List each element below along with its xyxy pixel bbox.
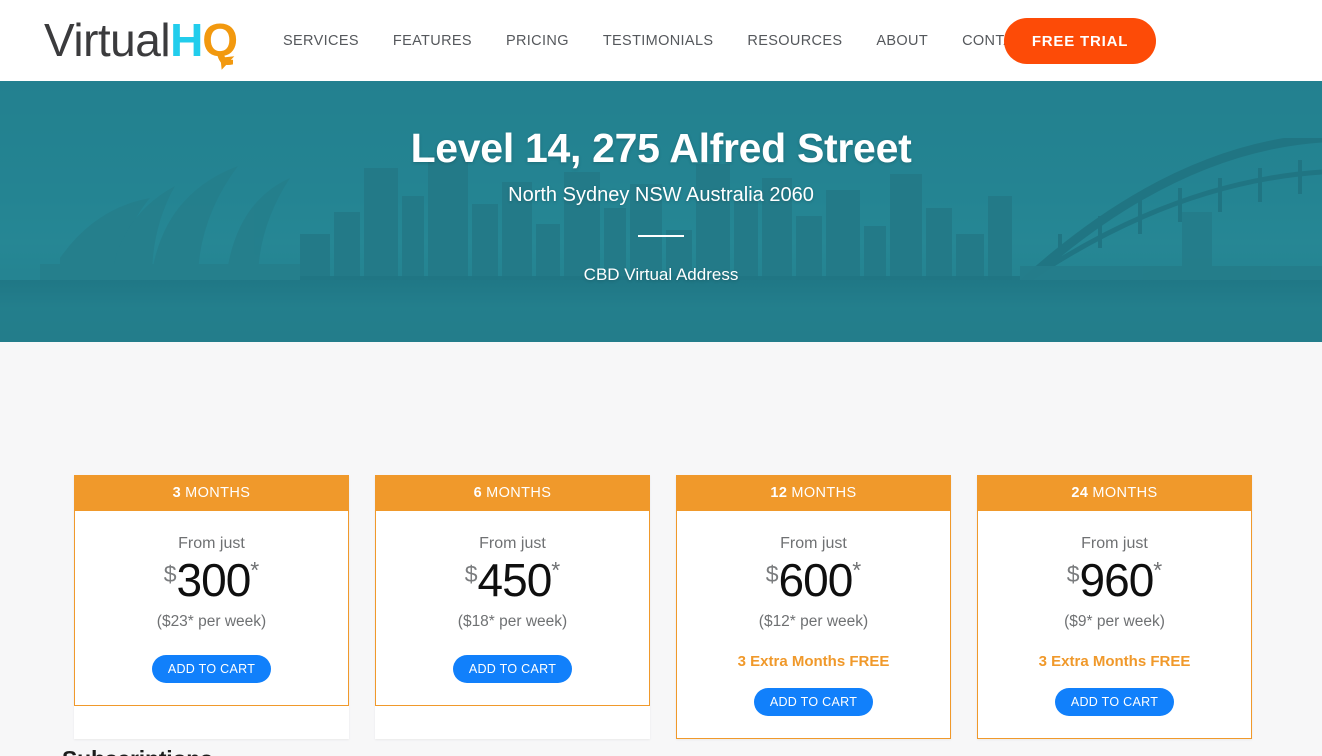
pricing-card[interactable]: 3 MONTHS From just $ 300 * ($23* per week…: [74, 475, 349, 739]
price-amount: 600: [778, 554, 854, 606]
nav-item-testimonials[interactable]: TESTIMONIALS: [603, 33, 731, 49]
extra-months-badge: 3 Extra Months FREE: [737, 653, 890, 670]
extra-months-badge: 3 Extra Months FREE: [1038, 653, 1191, 670]
term-number: 24: [1071, 485, 1089, 501]
pricing-card[interactable]: 24 MONTHS From just $ 960 * ($9* per week…: [977, 475, 1252, 739]
pricing-card[interactable]: 12 MONTHS From just $ 600 * ($12* per wee…: [676, 475, 951, 739]
subscriptions-heading: Subscriptions: [62, 746, 213, 756]
logo-q-wrapper: Q: [202, 12, 238, 70]
free-trial-button[interactable]: FREE TRIAL: [1004, 18, 1156, 64]
currency-symbol: $: [1066, 561, 1080, 587]
price-amount: 300: [176, 554, 252, 606]
term-unit: MONTHS: [1092, 485, 1158, 501]
add-to-cart-button[interactable]: ADD TO CART: [753, 688, 874, 716]
nav-item-pricing[interactable]: PRICING: [506, 33, 586, 49]
price-asterisk: *: [1153, 557, 1163, 583]
term-number: 6: [473, 485, 483, 501]
hero-banner: Level 14, 275 Alfred Street North Sydney…: [0, 81, 1322, 342]
pricing-card-header: 12 MONTHS: [676, 475, 951, 511]
currency-symbol: $: [765, 561, 779, 587]
main-navigation: SERVICES FEATURES PRICING TESTIMONIALS R…: [283, 33, 1034, 49]
term-unit: MONTHS: [185, 485, 251, 501]
nav-item-services[interactable]: SERVICES: [283, 33, 376, 49]
add-to-cart-button[interactable]: ADD TO CART: [151, 655, 272, 683]
nav-item-about[interactable]: ABOUT: [876, 33, 945, 49]
per-week-label: ($9* per week): [1064, 613, 1165, 630]
add-to-cart-button[interactable]: ADD TO CART: [1054, 688, 1175, 716]
price-asterisk: *: [852, 557, 862, 583]
pricing-card-body: From just $ 600 * ($12* per week) 3 Extr…: [676, 511, 951, 739]
from-just-label: From just: [178, 535, 245, 552]
add-to-cart-button[interactable]: ADD TO CART: [452, 655, 573, 683]
site-header: VirtualHQ SERVICES FEATURES PRICING TEST…: [0, 0, 1322, 81]
hero-subtitle: North Sydney NSW Australia 2060: [508, 184, 814, 206]
pricing-card-body: From just $ 450 * ($18* per week) ADD TO…: [375, 511, 650, 706]
pricing-card-body: From just $ 960 * ($9* per week) 3 Extra…: [977, 511, 1252, 739]
pricing-card-header: 6 MONTHS: [375, 475, 650, 511]
term-number: 3: [172, 485, 182, 501]
from-just-label: From just: [479, 535, 546, 552]
price-row: $ 300 *: [164, 557, 260, 603]
from-just-label: From just: [780, 535, 847, 552]
per-week-label: ($12* per week): [758, 613, 869, 630]
pricing-cards-row: 3 MONTHS From just $ 300 * ($23* per week…: [74, 475, 1252, 739]
pricing-card-header: 24 MONTHS: [977, 475, 1252, 511]
price-asterisk: *: [250, 557, 260, 583]
logo-text-h: H: [170, 14, 203, 66]
per-week-label: ($23* per week): [156, 613, 267, 630]
nav-item-resources[interactable]: RESOURCES: [747, 33, 859, 49]
pricing-card-header: 3 MONTHS: [74, 475, 349, 511]
hero-title: Level 14, 275 Alfred Street: [410, 125, 912, 171]
price-amount: 960: [1079, 554, 1155, 606]
site-logo[interactable]: VirtualHQ: [44, 12, 238, 70]
from-just-label: From just: [1081, 535, 1148, 552]
hero-content: Level 14, 275 Alfred Street North Sydney…: [0, 81, 1322, 342]
currency-symbol: $: [464, 561, 478, 587]
price-asterisk: *: [551, 557, 561, 583]
subscriptions-section: Subscriptions 3MONTHS From just $ 300 * …: [0, 342, 1322, 756]
logo-text-virtual: Virtual: [44, 14, 171, 66]
price-row: $ 960 *: [1067, 557, 1163, 603]
currency-symbol: $: [163, 561, 177, 587]
hero-divider: [638, 235, 684, 237]
term-unit: MONTHS: [486, 485, 552, 501]
hero-tagline: CBD Virtual Address: [583, 265, 739, 284]
term-number: 12: [770, 485, 788, 501]
price-row: $ 450 *: [465, 557, 561, 603]
nav-item-features[interactable]: FEATURES: [393, 33, 489, 49]
price-row: $ 600 *: [766, 557, 862, 603]
price-amount: 450: [477, 554, 553, 606]
term-unit: MONTHS: [791, 485, 857, 501]
pricing-card[interactable]: 6 MONTHS From just $ 450 * ($18* per week…: [375, 475, 650, 739]
per-week-label: ($18* per week): [457, 613, 568, 630]
logo-speech-tail-icon: [220, 56, 236, 70]
pricing-card-body: From just $ 300 * ($23* per week) ADD TO…: [74, 511, 349, 706]
